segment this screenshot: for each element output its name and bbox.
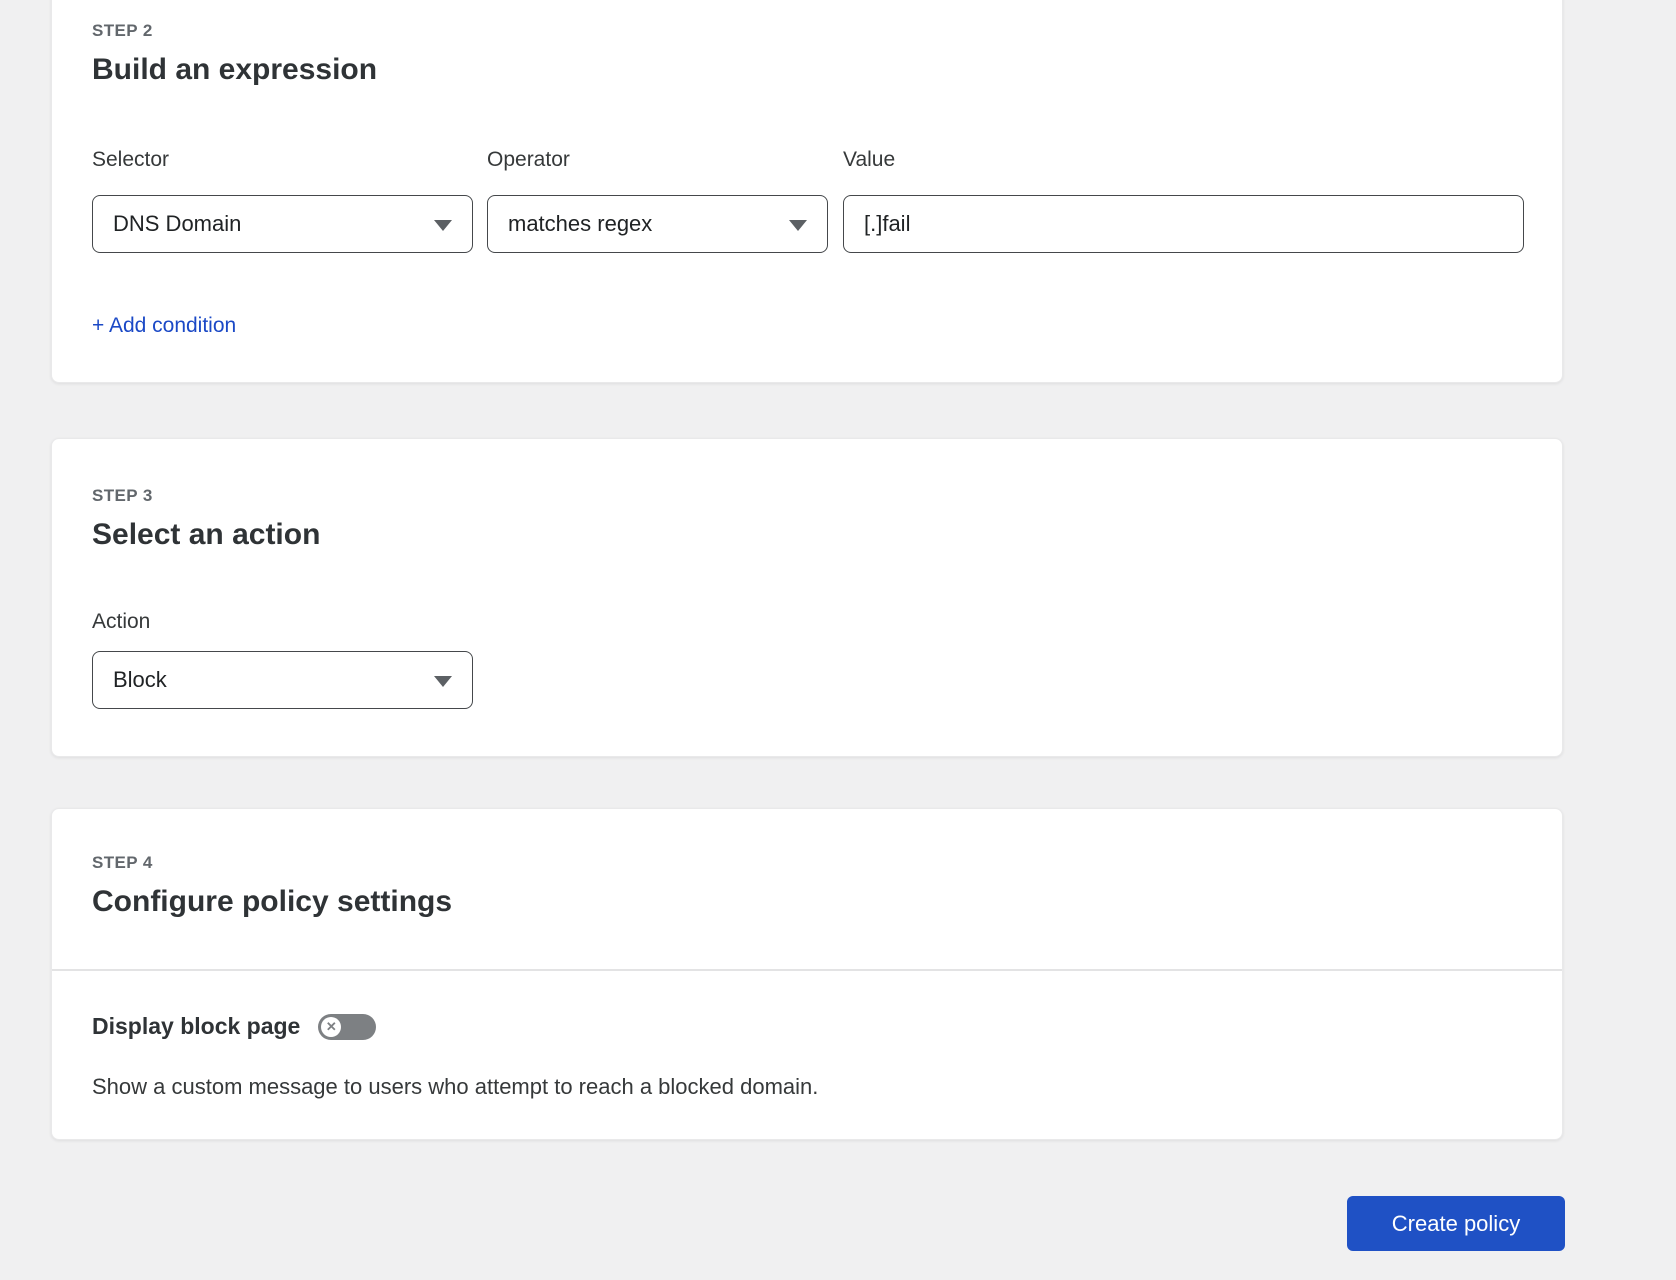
operator-dropdown-value: matches regex [508,211,653,236]
step3-title: Select an action [92,518,321,551]
display-block-page-toggle[interactable]: ✕ [318,1013,377,1040]
action-dropdown-value: Block [113,667,167,692]
step4-label: STEP 4 [92,853,153,872]
action-label: Action [92,610,151,633]
step3-card: STEP 3 Select an action Action Block [51,438,1563,757]
chevron-down-icon [789,220,807,231]
operator-label: Operator [487,148,570,171]
step4-title: Configure policy settings [92,885,453,918]
selector-dropdown-value: DNS Domain [113,211,242,236]
chevron-down-icon [434,676,452,687]
section-divider [52,969,1562,971]
selector-dropdown[interactable]: DNS Domain [92,195,473,253]
step2-title: Build an expression [92,53,378,86]
step2-label: STEP 2 [92,21,153,40]
display-block-page-description: Show a custom message to users who attem… [92,1074,819,1099]
operator-dropdown[interactable]: matches regex [487,195,828,253]
value-label: Value [843,148,896,171]
toggle-off-icon: ✕ [321,1016,342,1037]
add-condition-link[interactable]: + Add condition [92,313,236,338]
display-block-page-row: Display block page ✕ [92,1013,377,1041]
action-dropdown[interactable]: Block [92,651,473,709]
step4-card: STEP 4 Configure policy settings Display… [51,808,1563,1140]
step2-card: STEP 2 Build an expression Selector Oper… [51,0,1563,383]
display-block-page-label: Display block page [92,1013,301,1039]
value-input[interactable] [843,195,1524,253]
selector-label: Selector [92,148,170,171]
create-policy-button[interactable]: Create policy [1347,1196,1565,1251]
chevron-down-icon [434,220,452,231]
step3-label: STEP 3 [92,486,153,505]
